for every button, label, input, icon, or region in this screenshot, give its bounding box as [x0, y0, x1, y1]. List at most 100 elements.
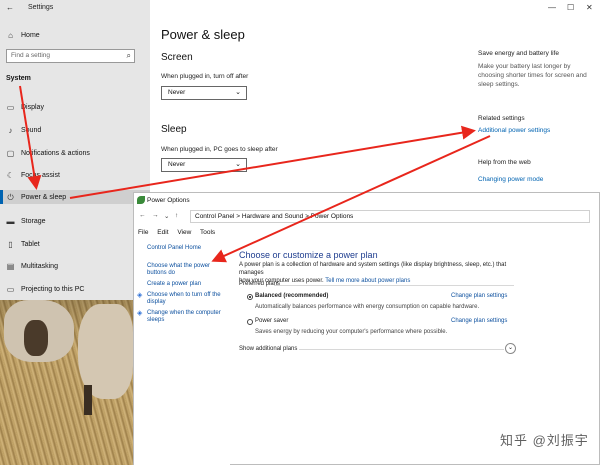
screen-label: When plugged in, turn off after [161, 73, 249, 80]
power-saver-radio[interactable] [247, 319, 253, 325]
projecting-icon: ▭ [6, 284, 15, 294]
chevron-down-icon[interactable]: ⌄ [164, 212, 169, 220]
nav-home[interactable]: ⌂ Home [6, 28, 40, 42]
power-saver-plan-name: Power saver [255, 318, 289, 324]
menu-edit[interactable]: Edit [157, 229, 168, 236]
sleep-label: When plugged in, PC goes to sleep after [161, 146, 278, 153]
home-icon: ⌂ [8, 30, 13, 40]
power-options-titlebar: Power Options [134, 193, 599, 209]
shield-icon: ◈ [137, 292, 143, 299]
sidebar-item-tablet[interactable]: ▯ Tablet [6, 237, 39, 251]
sidebar-item-storage[interactable]: ▬ Storage [6, 214, 46, 228]
power-plan-heading: Choose or customize a power plan [239, 250, 378, 260]
link-line-2: display [147, 299, 166, 306]
search-input[interactable]: Find a setting ⌕ [6, 49, 135, 63]
dropdown-value: Never [168, 89, 186, 96]
back-arrow-icon[interactable]: ← [6, 3, 14, 12]
back-arrow-icon[interactable]: ← [139, 212, 146, 219]
sidebar-item-label: Display [21, 103, 44, 111]
menu-view[interactable]: View [177, 229, 191, 236]
sidebar-item-power-sleep[interactable]: ⏻ Power & sleep [3, 190, 150, 204]
sidebar-item-multitasking[interactable]: ▤ Multitasking [6, 259, 58, 273]
computer-sleeps-link[interactable]: ◈ Change when the computer sleeps [137, 310, 227, 324]
chevron-down-icon[interactable]: ⌄ [505, 343, 516, 354]
tell-me-more-link[interactable]: Tell me more about power plans [325, 278, 410, 284]
breadcrumb-control-panel[interactable]: Control Panel [195, 213, 234, 220]
save-energy-desc-3: sleep settings. [478, 81, 520, 88]
balanced-change-settings-link[interactable]: Change plan settings [451, 293, 507, 299]
sidebar-item-label: Projecting to this PC [21, 285, 85, 293]
power-buttons-link[interactable]: Choose what the power buttons do [147, 263, 227, 277]
power-saver-plan-desc: Saves energy by reducing your computer's… [255, 329, 448, 335]
power-icon: ⏻ [7, 192, 14, 202]
power-options-icon [137, 196, 145, 204]
maximize-button[interactable]: ☐ [567, 3, 574, 12]
link-line-2: buttons do [147, 270, 176, 277]
display-icon: ▭ [6, 102, 15, 112]
dropdown-value: Never [168, 161, 186, 168]
sidebar-item-focus-assist[interactable]: ☾ Focus assist [6, 168, 60, 182]
address-bar[interactable]: Control Panel > Hardware and Sound > Pow… [190, 210, 590, 223]
nav-home-label: Home [21, 31, 40, 39]
sound-icon: ♪ [8, 125, 13, 135]
sidebar-item-label: Sound [21, 126, 42, 134]
tablet-icon: ▯ [8, 239, 13, 249]
menu-file[interactable]: File [138, 229, 148, 236]
navigation-bar: ← → ⌄ ↑ Control Panel > Hardware and Sou… [134, 210, 599, 224]
related-settings-heading: Related settings [478, 115, 525, 122]
watermark: 知乎 @刘振宇 [500, 433, 589, 448]
save-energy-heading: Save energy and battery life [478, 50, 559, 57]
close-button[interactable]: ✕ [586, 3, 593, 12]
sheep-head-image [24, 320, 48, 356]
divider [299, 349, 504, 350]
help-heading: Help from the web [478, 159, 531, 166]
changing-power-mode-link[interactable]: Changing power mode [478, 176, 543, 183]
show-additional-plans[interactable]: Show additional plans [239, 346, 297, 352]
sleep-timeout-dropdown[interactable]: Never ⌄ [161, 158, 247, 172]
multitasking-icon: ▤ [6, 261, 15, 271]
search-icon: ⌕ [126, 51, 131, 60]
notifications-icon: ▢ [6, 148, 15, 158]
power-saver-change-settings-link[interactable]: Change plan settings [451, 318, 507, 324]
minimize-button[interactable]: — [548, 3, 556, 12]
control-panel-home-link[interactable]: Control Panel Home [147, 245, 227, 252]
chevron-down-icon: ⌄ [235, 161, 241, 168]
link-line-1: Choose when to turn off the [147, 292, 221, 298]
sidebar-item-display[interactable]: ▭ Display [6, 100, 44, 114]
sidebar-item-label: Focus assist [21, 171, 60, 179]
power-options-sidebar: Control Panel Home Choose what the power… [134, 239, 230, 466]
breadcrumb-power-options[interactable]: Power Options [311, 213, 354, 220]
link-line-1: Choose what the power [147, 263, 211, 269]
forward-arrow-icon[interactable]: → [152, 212, 159, 219]
storage-icon: ▬ [6, 216, 15, 226]
shield-icon: ◈ [137, 310, 143, 317]
sidebar-item-label: Power & sleep [21, 193, 67, 201]
sidebar-item-label: Multitasking [21, 262, 58, 270]
sheep-leg-image [84, 385, 92, 415]
background-photo [0, 300, 133, 465]
additional-power-settings-link[interactable]: Additional power settings [478, 127, 550, 134]
window-title: Settings [28, 4, 54, 11]
balanced-radio[interactable] [247, 294, 253, 300]
sidebar-item-label: Notifications & actions [21, 149, 90, 157]
menu-tools[interactable]: Tools [200, 229, 215, 236]
breadcrumb-separator: > [236, 213, 240, 220]
section-header: System [6, 75, 31, 82]
power-options-window: Power Options ← → ⌄ ↑ Control Panel > Ha… [133, 192, 600, 466]
power-options-title: Power Options [147, 197, 190, 204]
screen-timeout-dropdown[interactable]: Never ⌄ [161, 86, 247, 100]
turn-off-display-link[interactable]: ◈ Choose when to turn off the display [137, 292, 227, 306]
breadcrumb-hardware-sound[interactable]: Hardware and Sound [242, 213, 303, 220]
sidebar-item-label: Storage [21, 217, 46, 225]
link-line-1: Change when the computer [147, 310, 221, 316]
sidebar-item-projecting[interactable]: ▭ Projecting to this PC [6, 282, 85, 296]
settings-sidebar: ← Settings ⌂ Home Find a setting ⌕ Syste… [0, 0, 150, 300]
up-arrow-icon[interactable]: ↑ [175, 212, 178, 219]
balanced-plan-desc: Automatically balances performance with … [255, 304, 480, 310]
focus-assist-icon: ☾ [6, 170, 15, 180]
create-power-plan-link[interactable]: Create a power plan [147, 281, 227, 288]
breadcrumb-separator: > [305, 213, 309, 220]
sidebar-item-notifications[interactable]: ▢ Notifications & actions [6, 146, 90, 160]
balanced-plan-name: Balanced (recommended) [255, 293, 329, 299]
sidebar-item-sound[interactable]: ♪ Sound [6, 123, 42, 137]
